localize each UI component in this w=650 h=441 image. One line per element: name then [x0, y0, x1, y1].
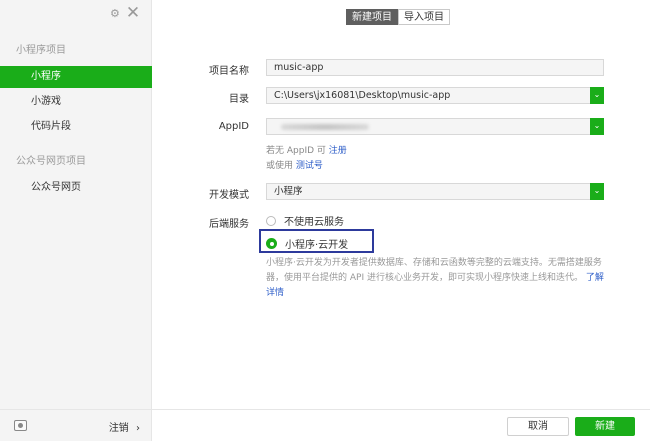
dev-mode-value: 小程序 — [274, 186, 303, 197]
appid-register-hint: 若无 AppID 可 注册 — [266, 143, 347, 156]
radio-button[interactable] — [266, 215, 276, 226]
register-link[interactable]: 注册 — [329, 146, 347, 156]
dev-mode-select[interactable]: 小程序 ⌄ — [266, 183, 604, 200]
sidebar-footer: 注销 › — [0, 409, 152, 441]
avatar[interactable] — [14, 420, 27, 431]
dev-mode-label: 开发模式 — [209, 190, 249, 201]
project-name-input[interactable]: music-app — [266, 59, 604, 76]
cloud-description-text: 小程序·云开发为开发者提供数据库、存储和云函数等完整的云端支持。无需搭建服务器，… — [266, 258, 602, 283]
directory-value: C:\Users\jx16081\Desktop\music-app — [274, 90, 451, 101]
sidebar-group-official-account: 公众号网页项目 — [16, 156, 86, 167]
main-panel: 新建项目 导入项目 项目名称 music-app 目录 C:\Users\jx1… — [152, 0, 650, 441]
backend-service-label: 后端服务 — [209, 219, 249, 230]
appid-hint-text: 若无 AppID 可 — [266, 146, 326, 156]
chevron-down-icon[interactable]: ⌄ — [590, 87, 604, 104]
sidebar-item-miniprogram[interactable]: 小程序 — [0, 66, 152, 88]
sidebar-item-code-snippet[interactable]: 代码片段 — [0, 116, 152, 138]
close-icon[interactable]: ✕ — [126, 5, 140, 22]
directory-select[interactable]: C:\Users\jx16081\Desktop\music-app ⌄ — [266, 87, 604, 104]
sidebar: ⚙ ✕ 小程序项目 小程序 小游戏 代码片段 公众号网页项目 公众号网页 注销 … — [0, 0, 152, 441]
sidebar-item-minigame[interactable]: 小游戏 — [0, 91, 152, 113]
radio-button-checked[interactable] — [266, 238, 277, 249]
radio-no-cloud-label: 不使用云服务 — [284, 217, 344, 228]
sidebar-group-miniprogram: 小程序项目 — [16, 45, 66, 56]
appid-label: AppID — [218, 121, 249, 132]
appid-select[interactable]: ⌄ — [266, 118, 604, 135]
appid-test-hint: 或使用 测试号 — [266, 158, 323, 171]
project-name-label: 项目名称 — [209, 66, 249, 77]
cancel-button[interactable]: 取消 — [507, 417, 569, 436]
window-controls: ⚙ ✕ — [110, 5, 140, 22]
chevron-down-icon[interactable]: ⌄ — [590, 118, 604, 135]
action-bar: 取消 新建 — [152, 409, 650, 441]
tab-new-project[interactable]: 新建项目 — [346, 9, 398, 25]
create-button[interactable]: 新建 — [575, 417, 635, 436]
sidebar-item-official-web[interactable]: 公众号网页 — [0, 177, 152, 199]
appid-hint2-text: 或使用 — [266, 161, 294, 171]
chevron-down-icon[interactable]: ⌄ — [590, 183, 604, 200]
logout-button[interactable]: 注销 › — [109, 419, 140, 434]
radio-cloud-dev[interactable]: 小程序·云开发 — [266, 236, 348, 251]
logout-label: 注销 — [108, 423, 129, 434]
test-account-link[interactable]: 测试号 — [296, 161, 323, 171]
radio-cloud-dev-label: 小程序·云开发 — [285, 240, 349, 251]
project-tabs: 新建项目 导入项目 — [346, 9, 450, 25]
gear-icon[interactable]: ⚙ — [110, 7, 120, 20]
chevron-right-icon: › — [136, 423, 140, 434]
directory-label: 目录 — [229, 94, 249, 105]
tab-import-project[interactable]: 导入项目 — [398, 9, 450, 25]
appid-redacted-value — [281, 124, 369, 130]
radio-no-cloud[interactable]: 不使用云服务 — [266, 213, 344, 228]
cloud-description: 小程序·云开发为开发者提供数据库、存储和云函数等完整的云端支持。无需搭建服务器，… — [266, 256, 606, 301]
